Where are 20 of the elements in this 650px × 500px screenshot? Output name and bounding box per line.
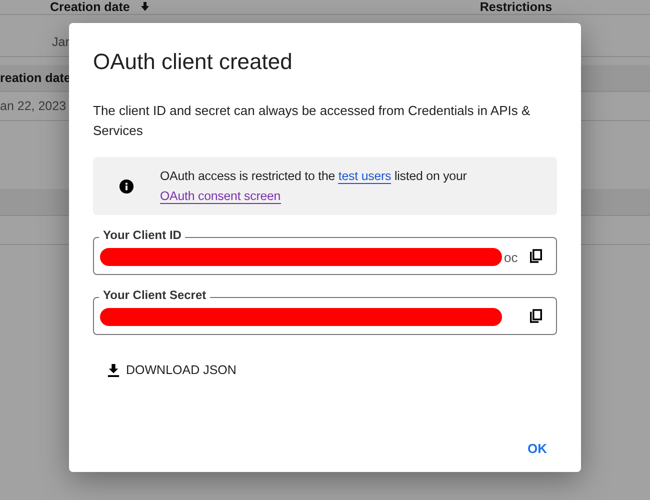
link[interactable]: OAuth consent screen [160, 189, 281, 204]
sort-arrow-icon[interactable] [140, 2, 150, 12]
copy-icon[interactable] [530, 309, 542, 323]
copy-icon[interactable] [530, 249, 542, 263]
table-cell: an 22, 2023 [0, 99, 66, 113]
table-cell: Jar [52, 35, 70, 49]
column-header[interactable]: Creation date [50, 0, 130, 14]
field-value: oc [504, 250, 518, 264]
info-icon [119, 178, 134, 194]
description-text: The client ID and secret can always be accessed from Credentials in APIs & Services [93, 102, 532, 140]
download-button[interactable]: DOWNLOAD JSON [107, 359, 236, 381]
link[interactable]: test users [338, 169, 392, 184]
ok-button[interactable]: OK [518, 435, 557, 462]
dialog-title: OAuth client created [93, 49, 294, 75]
column-header[interactable]: reation date [0, 71, 71, 85]
notice-text: OAuth access is restricted to the test users listed on your OAuth consent screen [160, 168, 468, 206]
download-icon [107, 364, 120, 376]
column-header[interactable]: Restrictions [480, 0, 552, 14]
field-label: Your Client ID [99, 228, 186, 242]
field-label: Your Client Secret [99, 288, 210, 302]
